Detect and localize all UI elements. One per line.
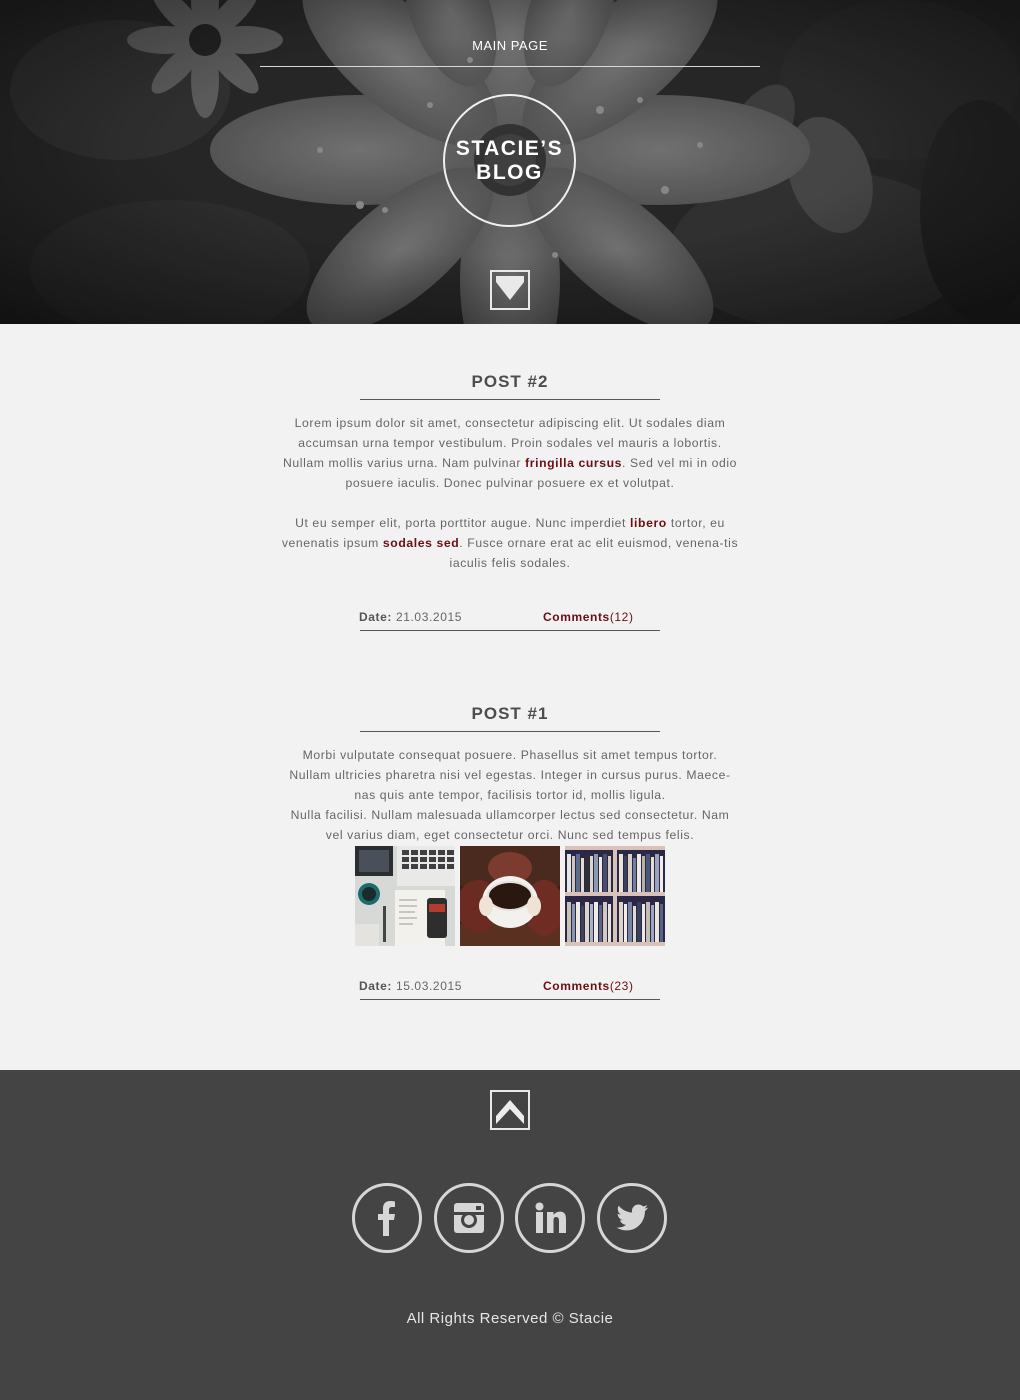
gallery-image-coffee[interactable] [460,846,560,946]
post-highlight-link[interactable]: sodales sed [383,536,459,550]
post-text: Ut eu semper elit, porta porttitor augue… [295,516,631,530]
blog-logo[interactable]: STACIE’S BLOG [443,94,576,227]
chevron-up-icon [496,1100,524,1124]
post-image-gallery [355,846,665,946]
post-date: 15.03.2015 [395,979,463,993]
post-meta-divider [360,999,660,1000]
post-body: Lorem ipsum dolor sit amet, consectetur … [280,413,740,573]
gallery-image-bookshelf[interactable] [565,846,665,946]
post-date-label: Date: [359,979,393,993]
comments-label: Comments [543,610,610,624]
post-body: Morbi vulputate consequat posuere. Phase… [280,745,740,845]
top-nav: MAIN PAGE [260,0,760,67]
post-text: Nulla facilisi. Nullam malesuada ullamco… [290,808,730,842]
facebook-button[interactable] [352,1183,422,1253]
logo-line-2: BLOG [476,160,543,184]
scroll-down-button[interactable] [490,270,530,310]
nav-main-page-link[interactable]: MAIN PAGE [472,38,548,53]
post-title-divider [360,731,660,732]
instagram-icon [454,1203,484,1233]
post-paragraph: Nulla facilisi. Nullam malesuada ullamco… [280,805,740,845]
post-comments-link[interactable]: Comments(23) [543,979,634,993]
linkedin-button[interactable] [515,1183,585,1253]
post-meta: Date: 21.03.2015 Comments(12) [359,610,660,624]
logo-line-1: STACIE’S [455,136,564,160]
footer: All Rights Reserved © Stacie [0,1070,1020,1400]
post-comments-link[interactable]: Comments(12) [543,610,634,624]
post-date-label: Date: [359,610,393,624]
bookshelf-photo [565,846,665,946]
post-paragraph: Morbi vulputate consequat posuere. Phase… [280,745,740,805]
comments-count: (12) [609,610,634,624]
twitter-icon [616,1204,648,1231]
gallery-image-desk[interactable] [355,846,455,946]
post-highlight-link[interactable]: libero [630,516,667,530]
scroll-to-top-button[interactable] [490,1090,530,1130]
post-paragraph: Lorem ipsum dolor sit amet, consectetur … [280,413,740,493]
post-text: Morbi vulputate consequat posuere. Phase… [289,748,731,802]
comments-count: (23) [609,979,634,993]
comments-label: Comments [543,979,610,993]
post-title[interactable]: POST #2 [360,372,660,392]
twitter-button[interactable] [597,1183,667,1253]
post-date: 21.03.2015 [395,610,463,624]
chevron-down-icon [496,276,524,300]
instagram-button[interactable] [434,1183,504,1253]
post-text: . Fusce ornare erat ac elit euismod, ven… [449,536,739,570]
desk-photo [355,846,455,946]
post-meta-divider [360,630,660,631]
posts-section: POST #2 Lorem ipsum dolor sit amet, cons… [0,324,1020,1070]
post-title-divider [360,399,660,400]
post-highlight-link[interactable]: fringilla cursus [525,456,622,470]
coffee-photo [460,846,560,946]
hero-banner: MAIN PAGE STACIE’S BLOG [0,0,1020,324]
post-title[interactable]: POST #1 [360,704,660,724]
post-paragraph: Ut eu semper elit, porta porttitor augue… [280,513,740,573]
copyright-text: All Rights Reserved © Stacie [406,1310,614,1327]
post-meta: Date: 15.03.2015 Comments(23) [359,979,660,993]
linkedin-icon [535,1202,566,1233]
facebook-icon [378,1201,395,1236]
